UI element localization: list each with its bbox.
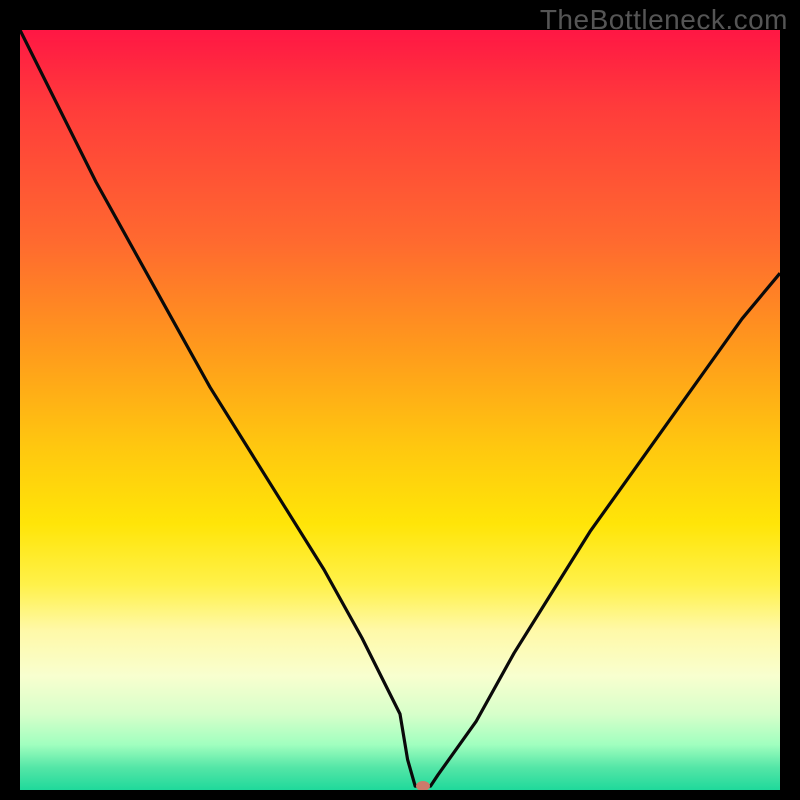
marker-dot: [416, 781, 430, 790]
curve-svg: [20, 30, 780, 790]
plot-area: [20, 30, 780, 790]
chart-frame: TheBottleneck.com: [0, 0, 800, 800]
bottleneck-curve-path: [20, 30, 780, 786]
watermark-text: TheBottleneck.com: [540, 4, 788, 36]
